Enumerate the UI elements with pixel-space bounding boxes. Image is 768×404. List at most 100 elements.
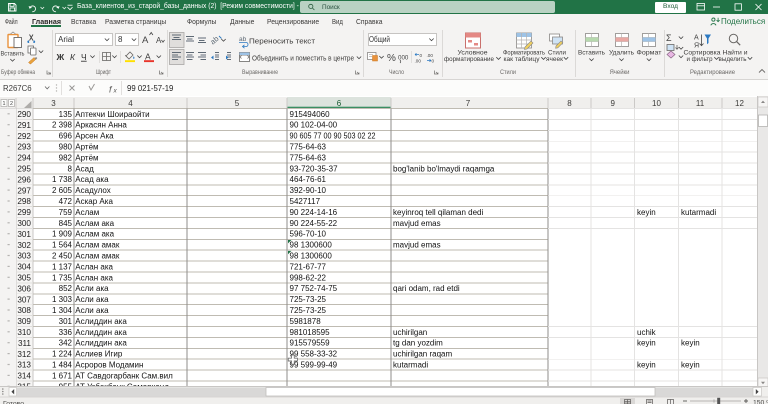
svg-text:5427117: 5427117 bbox=[290, 197, 321, 206]
svg-text:Шрифт: Шрифт bbox=[96, 69, 111, 76]
svg-text:АТ Савдогарбанк Сам.вил: АТ Савдогарбанк Сам.вил bbox=[75, 371, 173, 380]
svg-text:314: 314 bbox=[17, 372, 31, 381]
svg-text:310: 310 bbox=[17, 328, 31, 337]
svg-text:301: 301 bbox=[59, 317, 73, 326]
svg-text:mavjud emas: mavjud emas bbox=[393, 241, 441, 250]
svg-text:Вставить: Вставить bbox=[578, 50, 606, 57]
svg-text:2: 2 bbox=[10, 101, 13, 107]
svg-text:keyin: keyin bbox=[637, 339, 656, 348]
svg-text:303: 303 bbox=[17, 252, 31, 261]
svg-text:keyin: keyin bbox=[681, 361, 700, 370]
svg-text:90 224-14-16: 90 224-14-16 bbox=[290, 208, 338, 217]
svg-text:Асроров Модамин: Асроров Модамин bbox=[75, 361, 143, 370]
svg-text:90 605 77 00 90 503 02 22: 90 605 77 00 90 503 02 22 bbox=[290, 132, 376, 141]
svg-text:Arial: Arial bbox=[58, 35, 74, 44]
svg-text:Стили: Стили bbox=[500, 69, 516, 76]
svg-text:Аслам амак: Аслам амак bbox=[75, 241, 120, 250]
svg-text:293: 293 bbox=[17, 143, 31, 152]
svg-text:keyin: keyin bbox=[681, 339, 700, 348]
svg-text:301: 301 bbox=[17, 230, 31, 239]
svg-text:Удалить: Удалить bbox=[609, 50, 635, 57]
svg-text:keyin: keyin bbox=[637, 208, 656, 217]
svg-text:ячеек: ячеек bbox=[546, 56, 563, 63]
svg-text:Асли ака: Асли ака bbox=[75, 306, 109, 315]
svg-text:Асад ака: Асад ака bbox=[75, 175, 109, 184]
svg-text:150 %: 150 % bbox=[753, 400, 768, 404]
svg-text:2 398: 2 398 bbox=[52, 121, 73, 130]
svg-text:309: 309 bbox=[17, 317, 31, 326]
svg-text:90 224-55-22: 90 224-55-22 bbox=[290, 219, 338, 228]
svg-text:Я: Я bbox=[694, 43, 699, 50]
svg-text:А: А bbox=[694, 35, 699, 42]
svg-text:1 735: 1 735 bbox=[52, 273, 73, 282]
svg-text:А: А bbox=[142, 35, 149, 46]
svg-text:tg dan yozdim: tg dan yozdim bbox=[393, 339, 443, 348]
svg-text:Ч: Ч bbox=[81, 52, 87, 62]
svg-text:1 224: 1 224 bbox=[52, 350, 73, 359]
svg-text:Асли ака: Асли ака bbox=[75, 295, 109, 304]
svg-text:294: 294 bbox=[17, 154, 31, 163]
svg-text:291: 291 bbox=[17, 121, 31, 130]
svg-text:Аслиев Игир: Аслиев Игир bbox=[75, 350, 123, 359]
svg-text:Арсен Ака: Арсен Ака bbox=[75, 132, 114, 141]
svg-text:и фильтр: и фильтр bbox=[687, 56, 713, 63]
svg-text:Аслам ака: Аслам ака bbox=[75, 230, 114, 239]
svg-text:915494060: 915494060 bbox=[290, 110, 331, 119]
svg-text:keyinroq tell qilaman dedi: keyinroq tell qilaman dedi bbox=[393, 208, 483, 217]
svg-text:90 102-04-00: 90 102-04-00 bbox=[290, 121, 338, 130]
svg-text:bog'lanib bo'lmaydi raqamga: bog'lanib bo'lmaydi raqamga bbox=[393, 164, 495, 173]
svg-text:472: 472 bbox=[59, 197, 73, 206]
svg-text:6: 6 bbox=[337, 99, 342, 108]
svg-text:Число: Число bbox=[389, 69, 404, 76]
svg-text:Ячейки: Ячейки bbox=[610, 68, 630, 76]
svg-text:0: 0 bbox=[420, 53, 423, 58]
svg-text:980: 980 bbox=[59, 143, 73, 152]
svg-text:Аслам: Аслам bbox=[75, 208, 99, 217]
svg-text:1 909: 1 909 bbox=[52, 230, 73, 239]
svg-text:97 752-74-75: 97 752-74-75 bbox=[290, 284, 338, 293]
svg-text:1 671: 1 671 bbox=[52, 371, 73, 380]
svg-text:392-90-10: 392-90-10 bbox=[290, 186, 327, 195]
svg-text:915579559: 915579559 bbox=[290, 339, 331, 348]
svg-text:3: 3 bbox=[51, 99, 56, 108]
svg-text:uchirilgan raqam: uchirilgan raqam bbox=[393, 350, 452, 359]
svg-text:Формат: Формат bbox=[637, 50, 662, 57]
svg-text:11: 11 bbox=[696, 99, 705, 108]
svg-text:292: 292 bbox=[17, 132, 31, 141]
svg-text:98 1300600: 98 1300600 bbox=[290, 241, 333, 250]
svg-text:uchik: uchik bbox=[637, 328, 657, 337]
svg-text:Аслиддин ака: Аслиддин ака bbox=[75, 328, 127, 337]
svg-text:Аслиддин ака: Аслиддин ака bbox=[75, 317, 127, 326]
svg-text:как таблицу: как таблицу bbox=[504, 55, 541, 63]
svg-text:выделить: выделить bbox=[719, 56, 748, 63]
svg-text:Аслам ака: Аслам ака bbox=[75, 219, 114, 228]
svg-text:Аслан ака: Аслан ака bbox=[75, 273, 113, 282]
svg-text:kutarmadi: kutarmadi bbox=[681, 208, 716, 217]
svg-text:1 137: 1 137 bbox=[52, 262, 73, 271]
svg-text:1 738: 1 738 bbox=[52, 175, 73, 184]
svg-text:Вставить: Вставить bbox=[1, 51, 25, 58]
svg-text:845: 845 bbox=[59, 219, 73, 228]
svg-text:300: 300 bbox=[17, 219, 31, 228]
svg-text:998-62-22: 998-62-22 bbox=[290, 273, 327, 282]
svg-text:А: А bbox=[156, 36, 162, 45]
svg-text:Готово: Готово bbox=[3, 400, 24, 404]
svg-text:721-67-77: 721-67-77 bbox=[290, 262, 327, 271]
svg-text:297: 297 bbox=[17, 186, 31, 195]
svg-text:форматирование: форматирование bbox=[444, 56, 494, 63]
svg-text:ab: ab bbox=[239, 36, 247, 43]
svg-text:295: 295 bbox=[17, 165, 31, 174]
svg-text:290: 290 bbox=[17, 110, 31, 119]
svg-text:596-70-10: 596-70-10 bbox=[290, 230, 327, 239]
svg-text:311: 311 bbox=[18, 339, 31, 348]
svg-text:Аскар Ака: Аскар Ака bbox=[75, 197, 113, 206]
svg-text:299: 299 bbox=[17, 208, 31, 217]
svg-text:Артём: Артём bbox=[75, 153, 98, 162]
svg-text:93-720-35-37: 93-720-35-37 bbox=[290, 164, 339, 173]
svg-text:5: 5 bbox=[235, 99, 240, 108]
svg-text:4: 4 bbox=[128, 99, 133, 108]
svg-text:1 484: 1 484 bbox=[52, 361, 73, 370]
svg-text:305: 305 bbox=[17, 274, 31, 283]
svg-text:99 558-33-32: 99 558-33-32 bbox=[290, 350, 338, 359]
svg-text:Аслан ака: Аслан ака bbox=[75, 262, 113, 271]
